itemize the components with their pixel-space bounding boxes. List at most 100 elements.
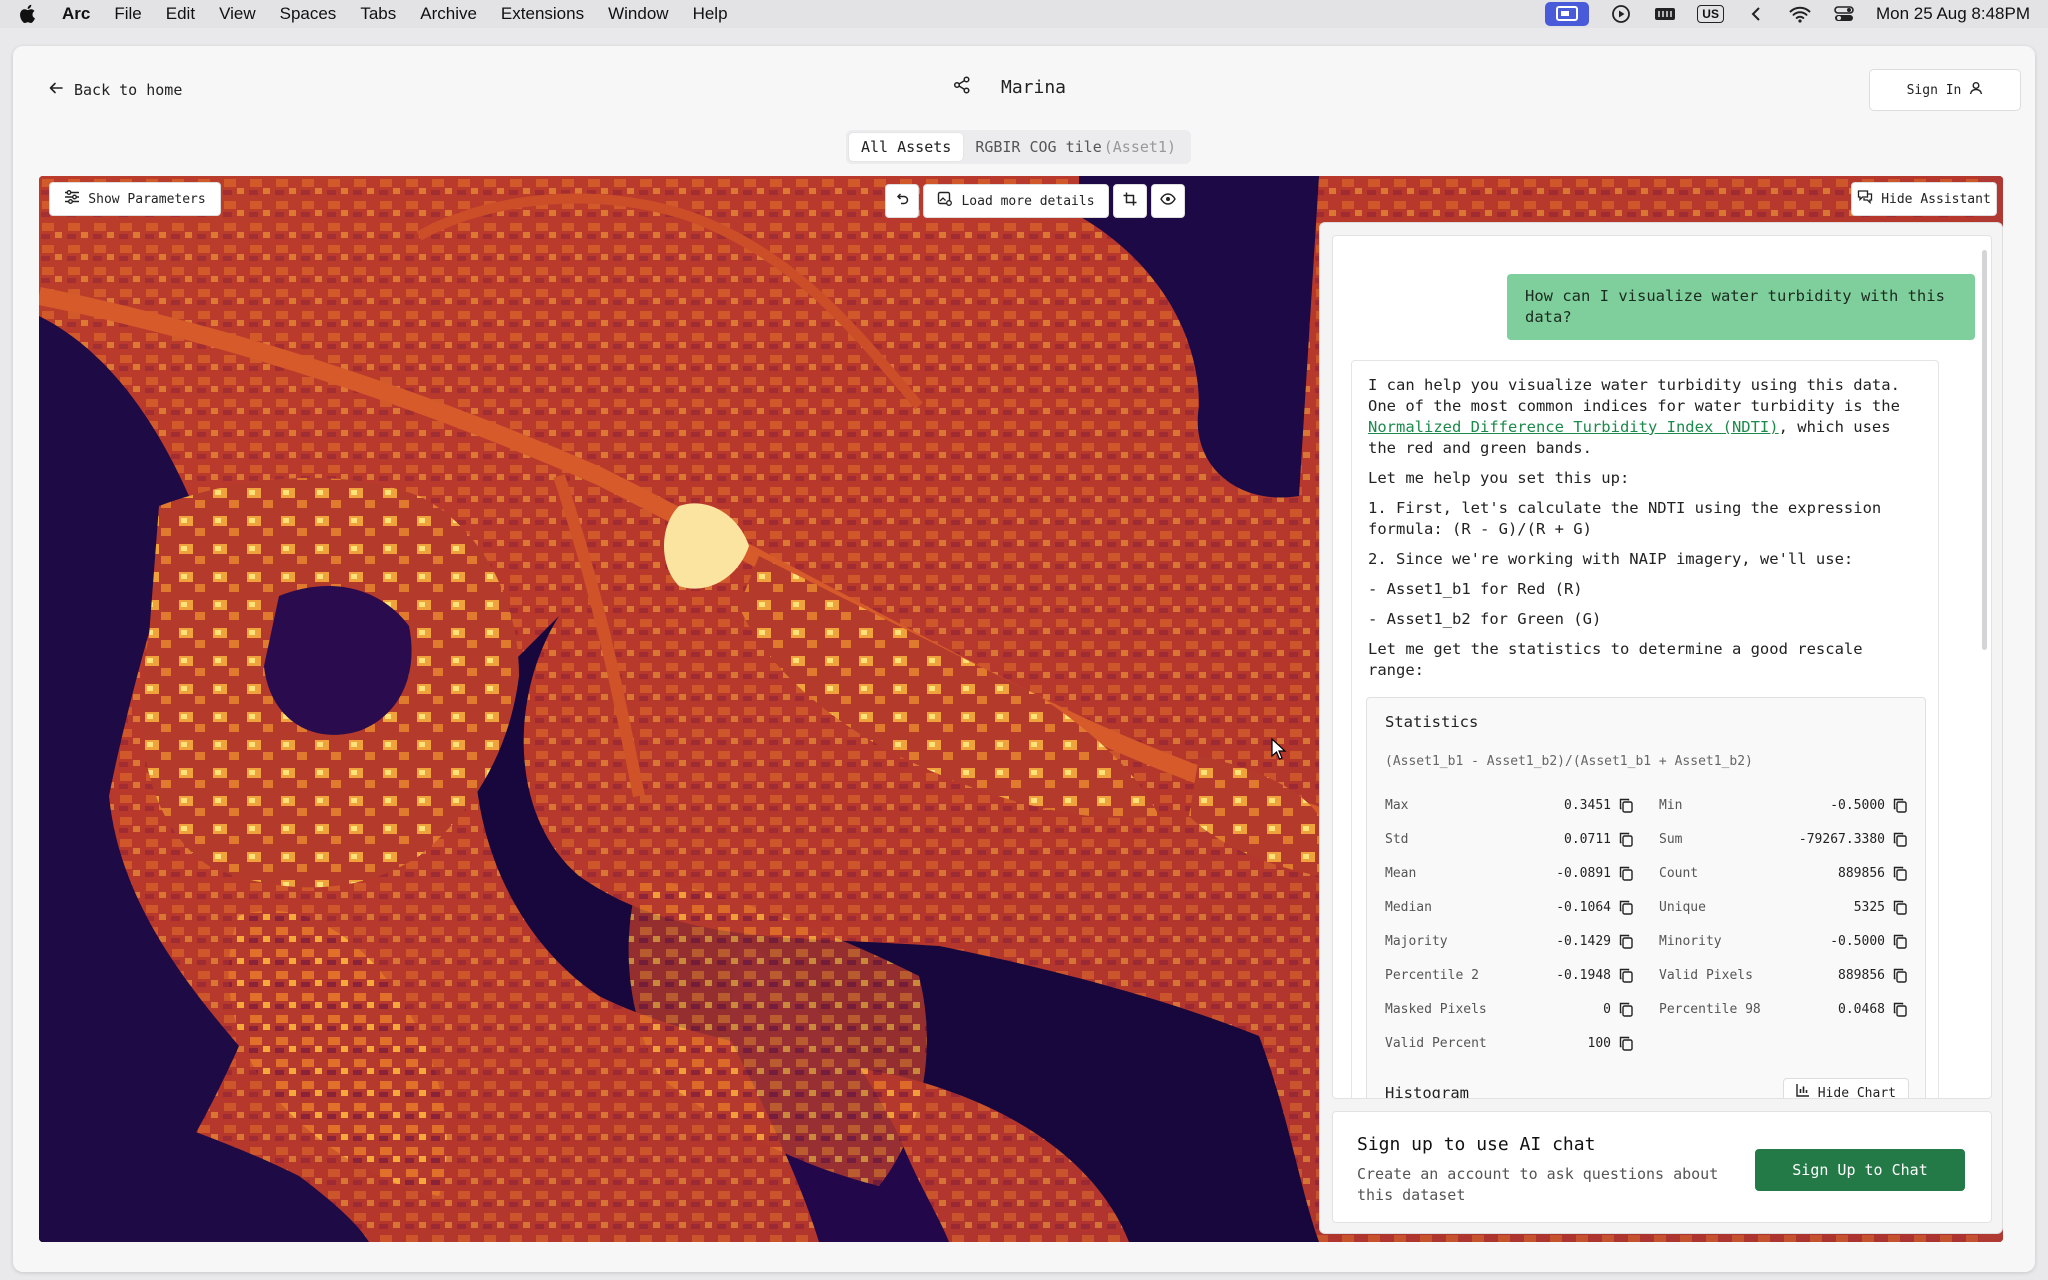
back-to-home-link[interactable]: Back to home bbox=[48, 80, 182, 100]
copy-icon[interactable] bbox=[1891, 966, 1909, 984]
user-icon bbox=[1969, 81, 1983, 99]
stat-label: Valid Percent bbox=[1385, 1035, 1487, 1051]
statistics-title: Statistics bbox=[1385, 713, 1479, 731]
screen-sharing-icon[interactable] bbox=[1545, 2, 1590, 26]
assistant-setup: Let me help you set this up: bbox=[1368, 469, 1630, 487]
copy-icon[interactable] bbox=[1891, 796, 1909, 814]
apple-logo-icon[interactable] bbox=[18, 4, 38, 24]
menu-archive[interactable]: Archive bbox=[420, 4, 477, 24]
browser-window: Back to home Marina Sign In All Assets R… bbox=[13, 46, 2035, 1272]
copy-icon[interactable] bbox=[1617, 864, 1635, 882]
input-source-badge[interactable]: US bbox=[1697, 5, 1724, 23]
sign-in-button[interactable]: Sign In bbox=[1869, 69, 2021, 111]
wifi-icon[interactable] bbox=[1788, 4, 1812, 24]
assistant-intro: I can help you visualize water turbidity… bbox=[1368, 375, 1922, 459]
macos-menubar: Arc File Edit View Spaces Tabs Archive E… bbox=[0, 0, 2048, 28]
histogram-header: Histogram Hide Chart bbox=[1385, 1078, 1909, 1099]
undo-button[interactable] bbox=[885, 184, 919, 218]
ndti-link[interactable]: Normalized Difference Turbidity Index (N… bbox=[1368, 418, 1779, 436]
hide-chart-button[interactable]: Hide Chart bbox=[1782, 1078, 1909, 1099]
stat-value: -0.0891 bbox=[1556, 865, 1611, 881]
menubar-clock[interactable]: Mon 25 Aug 8:48PM bbox=[1876, 4, 2030, 24]
stat-label: Valid Pixels bbox=[1659, 967, 1753, 983]
menu-file[interactable]: File bbox=[114, 4, 141, 24]
tab-all-assets[interactable]: All Assets bbox=[849, 133, 964, 161]
copy-icon[interactable] bbox=[1617, 830, 1635, 848]
menu-tabs[interactable]: Tabs bbox=[360, 4, 396, 24]
stat-row-max: Max 0.3451 bbox=[1385, 788, 1635, 822]
hide-assistant-button[interactable]: Hide Assistant bbox=[1851, 182, 1997, 216]
menu-extensions[interactable]: Extensions bbox=[501, 4, 584, 24]
undo-icon bbox=[895, 192, 909, 210]
copy-icon[interactable] bbox=[1891, 932, 1909, 950]
stat-label: Mean bbox=[1385, 865, 1417, 881]
menu-help[interactable]: Help bbox=[693, 4, 728, 24]
tab-rgbir-label: RGBIR COG tile bbox=[975, 138, 1102, 156]
back-to-home-label: Back to home bbox=[74, 81, 183, 99]
image-search-icon bbox=[937, 191, 953, 211]
show-parameters-button[interactable]: Show Parameters bbox=[49, 182, 221, 216]
statistics-expression: (Asset1_b1 - Asset1_b2)/(Asset1_b1 + Ass… bbox=[1385, 754, 1753, 769]
show-parameters-label: Show Parameters bbox=[88, 191, 206, 207]
stat-row-valid-pixels: Valid Pixels 889856 bbox=[1659, 958, 1909, 992]
menu-app-arc[interactable]: Arc bbox=[62, 4, 90, 24]
menu-view[interactable]: View bbox=[219, 4, 256, 24]
crop-icon bbox=[1123, 192, 1137, 210]
menu-edit[interactable]: Edit bbox=[166, 4, 195, 24]
copy-icon[interactable] bbox=[1617, 1034, 1635, 1052]
copy-icon[interactable] bbox=[1891, 864, 1909, 882]
stat-row-unique: Unique 5325 bbox=[1659, 890, 1909, 924]
bar-chart-icon bbox=[1796, 1083, 1810, 1099]
load-more-details-button[interactable]: Load more details bbox=[923, 184, 1109, 218]
statistics-card: Statistics (Asset1_b1 - Asset1_b2)/(Asse… bbox=[1366, 697, 1926, 1099]
chat-scrollbar[interactable] bbox=[1982, 250, 1987, 650]
signup-prompt: Sign up to use AI chat Create an account… bbox=[1332, 1111, 1992, 1223]
stat-value: 0.0711 bbox=[1564, 831, 1611, 847]
stat-row-count: Count 889856 bbox=[1659, 856, 1909, 890]
hide-chart-label: Hide Chart bbox=[1817, 1085, 1896, 1099]
sliders-icon bbox=[64, 190, 80, 208]
assistant-band-red: - Asset1_b1 for Red (R) bbox=[1368, 580, 1583, 598]
arrow-left-icon bbox=[48, 80, 64, 100]
stat-row-percentile-2: Percentile 2 -0.1948 bbox=[1385, 958, 1635, 992]
stat-label: Min bbox=[1659, 797, 1683, 813]
copy-icon[interactable] bbox=[1617, 966, 1635, 984]
copy-icon[interactable] bbox=[1617, 1000, 1635, 1018]
load-more-details-label: Load more details bbox=[961, 193, 1095, 209]
copy-icon[interactable] bbox=[1617, 796, 1635, 814]
chevron-left-icon[interactable] bbox=[1744, 4, 1768, 24]
copy-icon[interactable] bbox=[1891, 898, 1909, 916]
stat-row-majority: Majority -0.1429 bbox=[1385, 924, 1635, 958]
copy-icon[interactable] bbox=[1617, 932, 1635, 950]
stat-value: -0.5000 bbox=[1830, 797, 1885, 813]
stat-label: Median bbox=[1385, 899, 1432, 915]
stat-row-mean: Mean -0.0891 bbox=[1385, 856, 1635, 890]
memory-chip-icon[interactable] bbox=[1653, 4, 1677, 24]
share-icon[interactable] bbox=[953, 76, 971, 99]
chat-bubbles-icon bbox=[1857, 189, 1873, 209]
menu-window[interactable]: Window bbox=[608, 4, 668, 24]
user-message: How can I visualize water turbidity with… bbox=[1507, 274, 1975, 340]
eye-icon bbox=[1160, 193, 1176, 209]
menu-spaces[interactable]: Spaces bbox=[280, 4, 337, 24]
statistics-grid: Max 0.3451 Min -0.5000 Std 0.0711 Sum -79267.33… bbox=[1385, 788, 1909, 1060]
copy-icon[interactable] bbox=[1891, 830, 1909, 848]
tab-rgbir-cog-tile[interactable]: RGBIR COG tile (Asset1) bbox=[963, 133, 1188, 161]
sign-up-to-chat-button[interactable]: Sign Up to Chat bbox=[1755, 1149, 1965, 1191]
chat-scroll-area[interactable]: How can I visualize water turbidity with… bbox=[1332, 235, 1992, 1099]
stat-label: Minority bbox=[1659, 933, 1722, 949]
stat-row-median: Median -0.1064 bbox=[1385, 890, 1635, 924]
stat-label: Percentile 2 bbox=[1385, 967, 1479, 983]
copy-icon[interactable] bbox=[1617, 898, 1635, 916]
control-center-icon[interactable] bbox=[1832, 4, 1856, 24]
stat-value: 100 bbox=[1587, 1035, 1611, 1051]
stat-row-std: Std 0.0711 bbox=[1385, 822, 1635, 856]
stat-value: 889856 bbox=[1838, 865, 1885, 881]
stat-label: Std bbox=[1385, 831, 1409, 847]
visibility-button[interactable] bbox=[1151, 184, 1185, 218]
mouse-cursor-icon bbox=[1271, 737, 1287, 765]
stat-value: -0.1948 bbox=[1556, 967, 1611, 983]
crop-button[interactable] bbox=[1113, 184, 1147, 218]
play-circle-icon[interactable] bbox=[1609, 4, 1633, 24]
copy-icon[interactable] bbox=[1891, 1000, 1909, 1018]
